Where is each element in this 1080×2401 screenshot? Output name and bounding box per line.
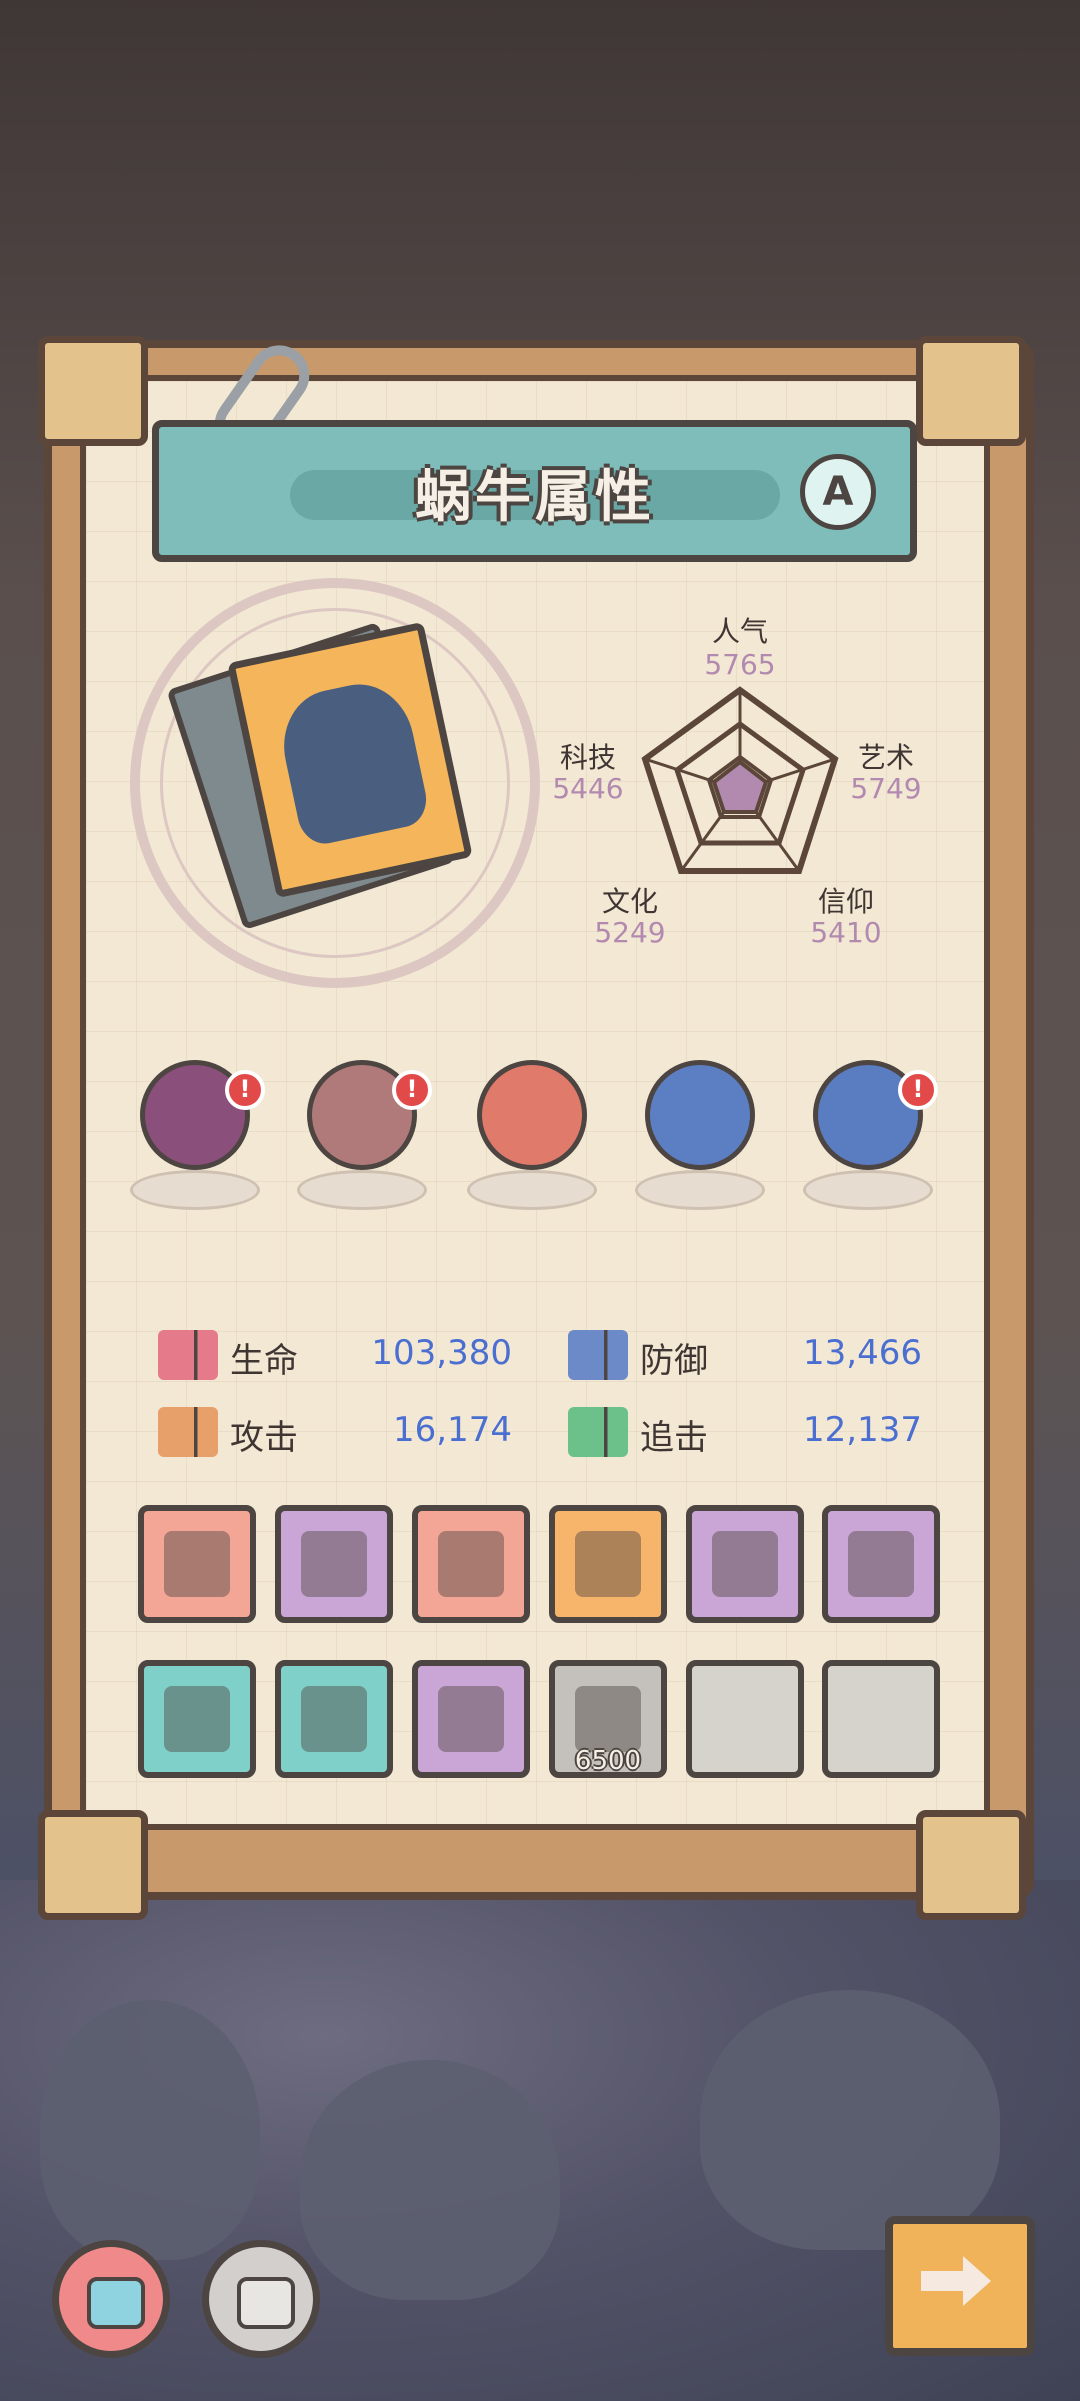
wood-mask-item[interactable] [275,1505,393,1623]
stat-defense: 防御 13,466 [568,1325,922,1385]
grade-badge[interactable]: A [800,454,876,530]
frame-corner [916,336,1026,446]
alert-badge-icon: ! [392,1070,432,1110]
wood-mask-item-icon [301,1531,367,1597]
next-button[interactable] [885,2216,1035,2356]
relic-pedestal [467,1170,597,1210]
snail-face-icon [87,2277,145,2329]
katana-item-icon [575,1531,641,1597]
tribal-mask-item[interactable] [686,1505,804,1623]
empty-slot[interactable] [686,1660,804,1778]
item-count: 6500 [574,1746,642,1776]
stat-label: 攻击 [230,1418,298,1458]
baton-item-icon [164,1686,230,1752]
baton-item[interactable] [138,1660,256,1778]
attr-value-popularity: 5765 [704,648,776,681]
snail-avatar-icon [273,674,432,849]
attr-label-art: 艺术 [857,741,914,774]
heart-bar-icon [158,1330,218,1380]
frame-corner [38,1810,148,1920]
drum-item[interactable] [412,1660,530,1778]
sword-bar-icon [158,1407,218,1457]
stat-value: 103,380 [371,1333,512,1373]
robot-face-icon [237,2277,295,2329]
alert-badge-icon: ! [898,1070,938,1110]
snail-profile-button[interactable] [52,2240,170,2358]
relic-pedestal [297,1170,427,1210]
stat-value: 13,466 [803,1333,922,1373]
scroll-item-icon [575,1686,641,1752]
relic-pedestal [635,1170,765,1210]
relic-pedestal [130,1170,260,1210]
compass-relic[interactable] [630,1060,770,1220]
background-plant [40,2000,260,2260]
background-plant [700,1990,1000,2250]
empty-slot[interactable] [822,1660,940,1778]
page-title: 蜗牛属性 [415,465,655,530]
alert-badge-icon: ! [225,1070,265,1110]
relic-pedestal [803,1170,933,1210]
tribal-mask-item-icon [712,1531,778,1597]
stat-value: 16,174 [393,1410,512,1450]
attr-label-faith: 信仰 [817,885,874,918]
stat-label: 防御 [640,1341,708,1381]
attr-value-art: 5749 [850,772,922,805]
belt-item-icon [164,1531,230,1597]
stat-attack: 攻击 16,174 [158,1402,512,1462]
stat-label: 生命 [230,1341,298,1381]
pickaxe-item[interactable] [275,1660,393,1778]
drum-item-icon [438,1686,504,1752]
robot-profile-button[interactable] [202,2240,320,2358]
crossed-swords-item[interactable] [822,1505,940,1623]
gem-bowl-relic[interactable]: ! [798,1060,938,1220]
attr-value-faith: 5410 [810,916,882,949]
frame-corner [916,1810,1026,1920]
crossed-swords-item-icon [848,1531,914,1597]
blaster-item[interactable] [412,1505,530,1623]
scroll-item[interactable]: 6500 [549,1660,667,1778]
shield-bar-icon [568,1330,628,1380]
attr-label-culture: 文化 [601,885,658,918]
compass-relic-icon [645,1060,755,1170]
tentacle-relic[interactable]: ! [125,1060,265,1220]
attribute-radar-chart [641,686,839,874]
attr-label-tech: 科技 [559,741,616,774]
pickaxe-item-icon [301,1686,367,1752]
blaster-item-icon [438,1531,504,1597]
stat-label: 追击 [640,1418,708,1458]
katana-item[interactable] [549,1505,667,1623]
attr-value-tech: 5446 [552,772,624,805]
snail-shell-relic-icon [477,1060,587,1170]
attr-label-popularity: 人气 [711,615,768,648]
frame-corner [38,336,148,446]
arrow-right-icon [921,2256,991,2306]
stat-hp: 生命 103,380 [158,1325,512,1385]
demon-mask-relic[interactable]: ! [292,1060,432,1220]
arrow-bar-icon [568,1407,628,1457]
attr-value-culture: 5249 [594,916,666,949]
background-plant [300,2060,560,2300]
belt-item[interactable] [138,1505,256,1623]
snail-shell-relic[interactable] [462,1060,602,1220]
stat-pursuit: 追击 12,137 [568,1402,922,1462]
stat-value: 12,137 [803,1410,922,1450]
